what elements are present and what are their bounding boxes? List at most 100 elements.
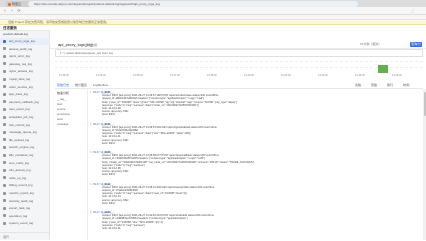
sidebar-item-label: cdn_access_log (9, 168, 31, 173)
result-view-option[interactable]: 表格 (355, 82, 361, 89)
logstore-icon (3, 161, 6, 165)
log-field-line: level: INFO (102, 113, 115, 117)
sidebar-item[interactable]: api_proxy_logs_log (0, 38, 50, 45)
log-field-line: host: 10.0.12.41 (102, 227, 121, 230)
field-item[interactable]: source (57, 107, 65, 111)
histogram-tick-label: 14:44:30 (355, 74, 365, 77)
result-view-option[interactable]: 时间↓ (403, 82, 411, 89)
logstore-icon (3, 92, 6, 96)
log-field-line: level: INFO (102, 141, 115, 145)
field-panel: __tag__ host source timestamp level message (55, 89, 88, 240)
logstore-icon (3, 54, 6, 58)
result-tab[interactable]: LogReduce (93, 82, 108, 89)
sidebar-item-label: search_engine_log (9, 145, 35, 150)
log-index: 4 (90, 182, 92, 186)
result-toolbar: 原始日志 统计图表 LogReduce 表格 原始 换行 时间↓ (55, 82, 423, 89)
back-icon[interactable]: ‹ (2, 8, 8, 14)
result-tab[interactable]: 原始日志 (57, 82, 69, 89)
sidebar-item-label: security_audit_log (9, 198, 34, 203)
field-item[interactable]: level (57, 117, 63, 121)
log-entry: 4 09-27 14:45:12 __topic__: content: INFO [… (90, 183, 423, 209)
sidebar-item-label: operation_log (9, 213, 28, 218)
sidebar-item[interactable]: metrics_report_log (0, 190, 50, 197)
result-tab[interactable]: 统计图表 (75, 82, 87, 89)
sidebar-item[interactable]: billing_record_log (0, 182, 50, 189)
field-panel-title: 快速分析 (57, 91, 70, 95)
sidebar-item[interactable]: cdn_access_log (0, 167, 50, 174)
sidebar-item[interactable]: export_task_log (0, 205, 50, 212)
sidebar-item[interactable]: order_service_log (0, 84, 50, 91)
logstore-icon (3, 176, 6, 180)
sidebar-item[interactable]: nginx_error_log (0, 53, 50, 60)
sidebar-item[interactable]: mysql_slow_log (0, 76, 50, 83)
result-view-option[interactable]: 换行 (387, 82, 393, 89)
sidebar-item[interactable]: payment_callback_log (0, 99, 50, 106)
sidebar-item[interactable]: risk_control_log (0, 122, 50, 129)
search-button[interactable]: 查询/分析 (410, 42, 422, 51)
field-item[interactable]: timestamp (57, 112, 70, 116)
histogram-tick-label: 14:32:30 (59, 74, 69, 77)
scrollbar-thumb[interactable] (423, 92, 426, 116)
sidebar-item-label: message_queue_log (9, 130, 37, 135)
sidebar-item[interactable]: file_upload_log (0, 137, 50, 144)
field-item[interactable]: host (57, 102, 62, 106)
histogram-tick-label: 14:46:00 (392, 74, 402, 77)
sidebar-item-label: nginx_access_log (9, 69, 33, 74)
sidebar-item[interactable]: nginx_access_log (0, 68, 50, 75)
sidebar-project-name[interactable]: product-default-log (0, 31, 50, 37)
logstore-icon (3, 85, 6, 89)
forward-icon[interactable]: › (9, 8, 15, 14)
sidebar-item-label: metrics_report_log (9, 191, 34, 195)
logstore-icon (3, 168, 6, 172)
sidebar-item[interactable]: app_trace_log (0, 91, 50, 98)
sidebar-item-label: redis_op_log (9, 175, 27, 180)
sidebar-item-label: app_trace_log (9, 92, 29, 97)
histogram-gridline (55, 61, 423, 62)
histogram-tick-label: 14:38:30 (207, 74, 217, 77)
sidebar-item[interactable]: sms_notify_log (0, 160, 50, 167)
field-item[interactable]: message (57, 122, 68, 126)
log-histogram: 14:32:30 14:34:00 14:35:30 14:37:00 14:38:30… (55, 58, 423, 80)
address-bar: ‹ › ⟳ ⋮ (0, 7, 426, 15)
histogram-tick-label: 14:40:00 (244, 74, 254, 77)
logstore-icon (3, 100, 6, 104)
time-range-picker[interactable]: 15分钟（相对） (360, 42, 381, 46)
field-item[interactable]: __tag__ (57, 97, 67, 101)
histogram-bar[interactable] (378, 65, 388, 73)
sidebar-item[interactable]: user_event_log (0, 106, 50, 113)
log-entry: 2 09-27 14:46:31 __topic__: content: INFO [… (90, 123, 423, 149)
sidebar-item[interactable]: gateway_req_log (0, 61, 50, 68)
sidebar-item[interactable]: access_audit_log (0, 46, 50, 53)
sidebar-item[interactable]: k8s_container_log (0, 152, 50, 159)
extensions-icon[interactable]: ⋮ (410, 8, 416, 14)
sidebar-item[interactable]: search_engine_log (0, 144, 50, 151)
sidebar-item-label: api_proxy_logs_log (9, 39, 35, 43)
sidebar-item[interactable]: scheduler_job_log (0, 114, 50, 121)
log-field-line: level: INFO (102, 201, 115, 205)
sidebar-item[interactable]: security_audit_log (0, 198, 50, 205)
url-field[interactable]: https://sls.console.aliyun.com/lognext/p… (28, 1, 358, 7)
log-entry: 5 09-27 14:44:40 __topic__: content: INFO [… (90, 211, 423, 234)
sidebar-item-label: system_event_log (9, 221, 34, 226)
sidebar-item[interactable]: operation_log (0, 213, 50, 220)
sidebar-item-label: user_event_log (9, 107, 30, 112)
sidebar-item-label: order_service_log (9, 84, 33, 89)
tab-label: 阿里云 (12, 2, 22, 6)
sidebar-item[interactable]: redis_op_log (0, 175, 50, 182)
sidebar-item-label: export_task_log (9, 206, 31, 211)
sidebar-item[interactable]: system_event_log (0, 220, 50, 227)
result-view-option[interactable]: 原始 (371, 82, 377, 89)
logstore-icon (3, 138, 6, 142)
sidebar-item-label: billing_record_log (9, 183, 33, 188)
sidebar-item[interactable]: message_queue_log (0, 129, 50, 136)
logstore-icon (3, 214, 6, 218)
histogram-tick-label: 14:34:00 (96, 74, 106, 77)
logstore-icon (3, 70, 6, 74)
sidebar-collapse-button[interactable]: 展开 (0, 232, 50, 240)
reload-icon[interactable]: ⟳ (16, 8, 22, 14)
query-text: 1 * | select distinct(request_uri) from … (60, 51, 113, 55)
sidebar-item-label: risk_control_log (9, 122, 31, 127)
log-index: 3 (90, 151, 92, 154)
sidebar-item-label: mysql_slow_log (9, 77, 31, 81)
sidebar-item-label: nginx_error_log (9, 54, 30, 59)
